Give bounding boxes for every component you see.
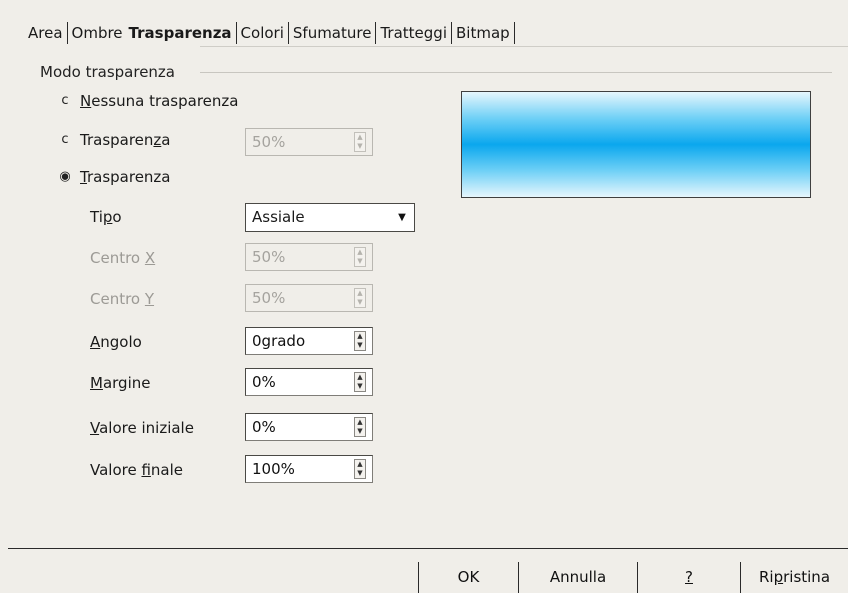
radio-label: Nessuna trasparenza — [80, 92, 239, 110]
stepper-arrows-icon[interactable]: ▲ ▼ — [354, 288, 366, 308]
label-margine: Margine — [90, 374, 151, 392]
margine-stepper[interactable]: 0% ▲ ▼ — [245, 368, 373, 396]
tab-separator — [235, 22, 237, 44]
help-button[interactable]: ? — [638, 560, 740, 593]
transparency-preview — [461, 91, 811, 198]
tipo-select[interactable]: Assiale ▼ — [245, 203, 415, 232]
label-tipo: Tipo — [90, 208, 122, 226]
stepper-arrows-icon[interactable]: ▲ ▼ — [354, 247, 366, 267]
tab-sfumature[interactable]: Sfumature — [290, 24, 375, 42]
button-bar-divider — [8, 548, 848, 549]
tab-bitmap[interactable]: Bitmap — [453, 24, 513, 42]
radio-unselected-icon: ᴄ — [61, 93, 69, 108]
radio-selected-icon: ◉ — [59, 169, 71, 184]
angolo-stepper[interactable]: 0grado ▲ ▼ — [245, 327, 373, 355]
section-divider — [200, 72, 832, 73]
label-centro-y: Centro Y — [90, 290, 155, 308]
tab-separator — [513, 22, 515, 44]
ok-button[interactable]: OK — [419, 560, 518, 593]
linear-transparency-stepper[interactable]: 50% ▲ ▼ — [245, 128, 373, 156]
radio-linear-transparency[interactable]: ᴄ Trasparenza — [58, 131, 171, 149]
section-title: Modo trasparenza — [40, 63, 175, 81]
radio-no-transparency[interactable]: ᴄ Nessuna trasparenza — [58, 92, 238, 110]
radio-label: Trasparenza — [80, 131, 171, 149]
centro-x-stepper[interactable]: 50% ▲ ▼ — [245, 243, 373, 271]
tab-separator — [375, 22, 377, 44]
stepper-arrows-icon[interactable]: ▲ ▼ — [354, 132, 366, 152]
chevron-down-icon[interactable]: ▼ — [393, 207, 411, 228]
tab-separator — [66, 22, 68, 44]
label-angolo: Angolo — [90, 333, 142, 351]
label-centro-x: Centro X — [90, 249, 156, 267]
stepper-arrows-icon[interactable]: ▲ ▼ — [354, 331, 366, 351]
stepper-arrows-icon[interactable]: ▲ ▼ — [354, 372, 366, 392]
radio-unselected-icon: ᴄ — [61, 132, 69, 147]
valore-iniziale-stepper[interactable]: 0% ▲ ▼ — [245, 413, 373, 441]
tab-bar: Area Ombre Trasparenza Colori Sfumature … — [25, 20, 516, 46]
tab-area[interactable]: Area — [25, 24, 66, 42]
reset-button[interactable]: Ri p ristina — [741, 560, 848, 593]
tab-ombre[interactable]: Ombre — [69, 24, 126, 42]
tab-colori[interactable]: Colori — [238, 24, 287, 42]
radio-label: Trasparenza — [80, 168, 171, 186]
stepper-arrows-icon[interactable]: ▲ ▼ — [354, 459, 366, 479]
centro-y-stepper[interactable]: 50% ▲ ▼ — [245, 284, 373, 312]
label-valore-finale: Valore finale — [90, 461, 184, 479]
radio-gradient-transparency[interactable]: ◉ Trasparenza — [58, 168, 171, 186]
label-valore-iniziale: Valore iniziale — [90, 419, 194, 437]
valore-finale-stepper[interactable]: 100% ▲ ▼ — [245, 455, 373, 483]
tab-tratteggi[interactable]: Tratteggi — [377, 24, 450, 42]
stepper-arrows-icon[interactable]: ▲ ▼ — [354, 417, 366, 437]
tab-separator — [451, 22, 452, 44]
tab-separator — [287, 22, 289, 44]
cancel-button[interactable]: Annulla — [519, 560, 637, 593]
tab-trasparenza[interactable]: Trasparenza — [126, 24, 235, 42]
tab-underline — [200, 46, 848, 47]
